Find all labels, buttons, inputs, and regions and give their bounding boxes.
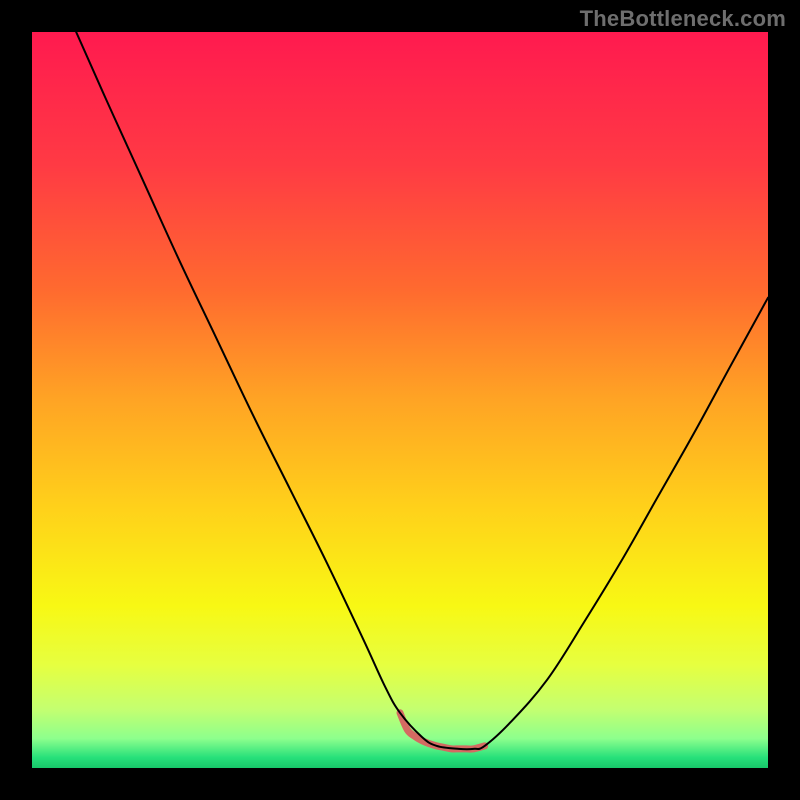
watermark-text: TheBottleneck.com (580, 6, 786, 32)
chart-stage: TheBottleneck.com (0, 0, 800, 800)
bottleneck-curve-path (76, 32, 768, 749)
bottom-marker-path (400, 713, 485, 749)
chart-svg (32, 32, 768, 768)
plot-area (32, 32, 768, 768)
